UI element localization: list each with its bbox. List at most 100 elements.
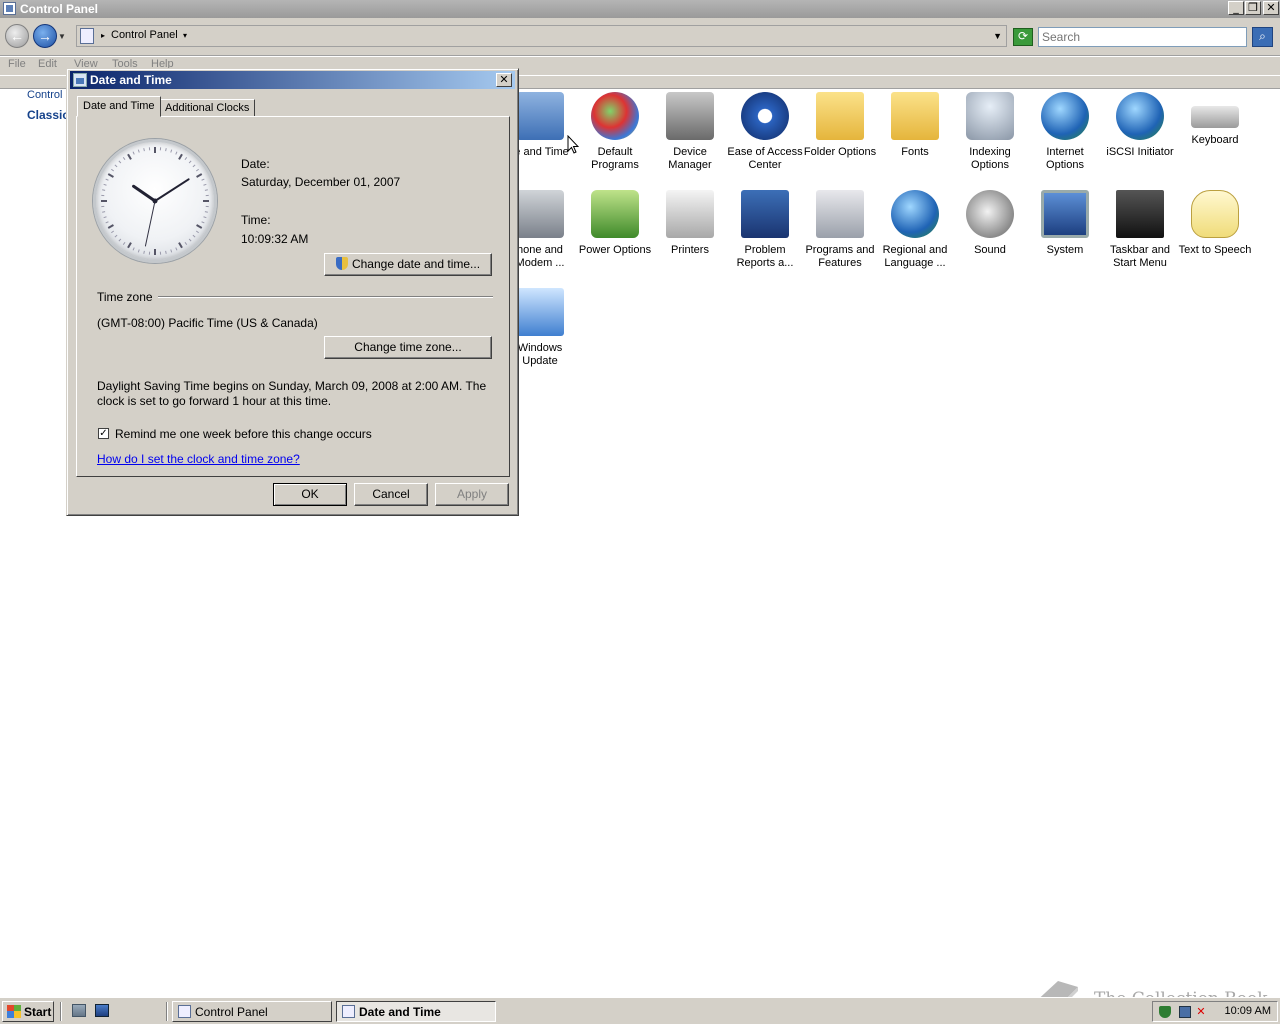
- text-to-speech-icon: [1191, 190, 1239, 238]
- control-panel-item-label: Printers: [671, 244, 709, 256]
- search-input[interactable]: [1038, 27, 1247, 47]
- control-panel-item[interactable]: Folder Options: [801, 92, 879, 159]
- control-panel-item-label: System: [1046, 244, 1084, 256]
- clock-tick: [132, 247, 135, 251]
- clock-tick: [143, 148, 145, 152]
- control-panel-item-label: Device Manager: [668, 146, 712, 171]
- clock-tick: [165, 250, 167, 254]
- clock-tick: [203, 216, 207, 219]
- mouse-cursor-icon: [567, 135, 579, 154]
- network-icon[interactable]: [1179, 1006, 1191, 1018]
- dialog-titlebar[interactable]: Date and Time ✕: [70, 71, 515, 89]
- control-panel-item[interactable]: Problem Reports a...: [726, 190, 804, 270]
- show-desktop-icon[interactable]: [95, 1004, 109, 1017]
- taskbar-control-panel[interactable]: Control Panel: [172, 1001, 332, 1022]
- breadcrumb-control-panel[interactable]: Control Panel: [111, 29, 178, 41]
- control-panel-item[interactable]: Taskbar and Start Menu: [1101, 190, 1179, 270]
- volume-muted-icon[interactable]: ✕: [1195, 1006, 1207, 1018]
- menu-file[interactable]: File: [8, 58, 26, 70]
- minute-hand: [154, 178, 190, 202]
- notification-area: ✕ 10:09 AM: [1152, 1001, 1278, 1022]
- cancel-button[interactable]: Cancel: [354, 483, 428, 506]
- classic-view-link[interactable]: Classic: [27, 108, 69, 122]
- analog-clock: [93, 139, 217, 263]
- control-panel-item[interactable]: Printers: [651, 190, 729, 257]
- forward-button[interactable]: →: [33, 24, 57, 48]
- address-dropdown-icon[interactable]: ▼: [993, 31, 1002, 41]
- clock-tick: [111, 168, 115, 172]
- control-panel-item[interactable]: Programs and Features: [801, 190, 879, 270]
- recent-pages-dropdown-icon[interactable]: ▼: [58, 32, 66, 41]
- close-button[interactable]: ✕: [1263, 1, 1279, 15]
- divider: [166, 1002, 168, 1021]
- control-panel-item[interactable]: Ease of Access Center: [726, 92, 804, 172]
- tab-additional-clocks[interactable]: Additional Clocks: [159, 99, 256, 117]
- control-panel-item[interactable]: Indexing Options: [951, 92, 1029, 172]
- taskbar-date-and-time[interactable]: Date and Time: [336, 1001, 496, 1022]
- control-panel-item[interactable]: Text to Speech: [1176, 190, 1254, 257]
- change-time-zone-button[interactable]: Change time zone...: [324, 336, 492, 359]
- refresh-button[interactable]: ⟳: [1013, 28, 1033, 46]
- control-panel-item[interactable]: Internet Options: [1026, 92, 1104, 172]
- taskbar-control-panel-label: Control Panel: [195, 1005, 268, 1019]
- search-icon[interactable]: ⌕: [1252, 27, 1273, 47]
- help-link[interactable]: How do I set the clock and time zone?: [97, 452, 300, 466]
- control-panel-home-link[interactable]: Control: [27, 89, 62, 101]
- start-button[interactable]: Start: [2, 1001, 54, 1022]
- server-manager-icon[interactable]: [72, 1004, 86, 1017]
- control-panel-item[interactable]: iSCSI Initiator: [1101, 92, 1179, 159]
- control-panel-item-label: Power Options: [578, 244, 652, 256]
- clock-tick: [178, 242, 183, 249]
- breadcrumb-dropdown-icon[interactable]: ▾: [183, 31, 187, 40]
- control-panel-item[interactable]: Regional and Language ...: [876, 190, 954, 270]
- control-panel-item[interactable]: System: [1026, 190, 1104, 257]
- folder-options-icon: [816, 92, 864, 140]
- control-panel-item-label: Keyboard: [1191, 134, 1239, 146]
- breadcrumb-arrow-icon[interactable]: ▸: [101, 31, 105, 40]
- address-box[interactable]: ▸ Control Panel ▾ ▼: [76, 25, 1007, 47]
- menu-edit[interactable]: Edit: [38, 58, 57, 70]
- remind-checkbox-label[interactable]: Remind me one week before this change oc…: [115, 427, 372, 441]
- control-panel-item-label: Fonts: [901, 146, 929, 158]
- fonts-icon: [891, 92, 939, 140]
- time-label: Time:: [241, 213, 271, 227]
- problem-reports-icon: [741, 190, 789, 238]
- back-button[interactable]: ←: [5, 24, 29, 48]
- security-shield-icon[interactable]: [1159, 1006, 1171, 1018]
- taskbar-clock[interactable]: 10:09 AM: [1225, 1005, 1271, 1017]
- control-panel-item[interactable]: Power Options: [576, 190, 654, 257]
- control-panel-icon: [3, 2, 16, 15]
- clock-tick: [178, 153, 183, 160]
- control-panel-item[interactable]: Device Manager: [651, 92, 729, 172]
- phone-modem-icon: [516, 190, 564, 238]
- control-panel-item[interactable]: Keyboard: [1176, 92, 1254, 147]
- control-panel-item-label: Taskbar and Start Menu: [1110, 244, 1170, 269]
- date-value: Saturday, December 01, 2007: [241, 175, 401, 189]
- dialog-close-button[interactable]: ✕: [496, 73, 512, 87]
- clock-tick: [192, 164, 196, 168]
- date-time-dialog: Date and Time ✕ Date and Time Additional…: [66, 68, 519, 516]
- clock-tick: [201, 178, 205, 181]
- restore-button[interactable]: ❐: [1245, 1, 1261, 15]
- change-date-time-button[interactable]: Change date and time...: [324, 253, 492, 276]
- date-label: Date:: [241, 157, 270, 171]
- control-panel-item-label: Default Programs: [591, 146, 639, 171]
- remind-checkbox[interactable]: ✓: [98, 428, 109, 439]
- date-time-icon: [73, 73, 87, 87]
- control-panel-item[interactable]: Default Programs: [576, 92, 654, 172]
- clock-tick: [107, 173, 114, 178]
- address-toolbar: ← → ▼ ▸ Control Panel ▾ ▼ ⟳ ⌕: [0, 18, 1280, 56]
- clock-tick: [118, 238, 122, 242]
- control-panel-item[interactable]: Sound: [951, 190, 1029, 257]
- control-panel-item[interactable]: Fonts: [876, 92, 954, 159]
- minimize-button[interactable]: _: [1228, 1, 1244, 15]
- tab-date-and-time[interactable]: Date and Time: [77, 96, 161, 117]
- apply-button[interactable]: Apply: [435, 483, 509, 506]
- ok-button[interactable]: OK: [273, 483, 347, 506]
- clock-tick: [111, 230, 115, 234]
- control-panel-item-label: Programs and Features: [805, 244, 875, 269]
- keyboard-icon: [1191, 106, 1239, 128]
- clock-tick: [184, 241, 188, 245]
- clock-tick: [137, 149, 140, 153]
- system-icon: [1041, 190, 1089, 238]
